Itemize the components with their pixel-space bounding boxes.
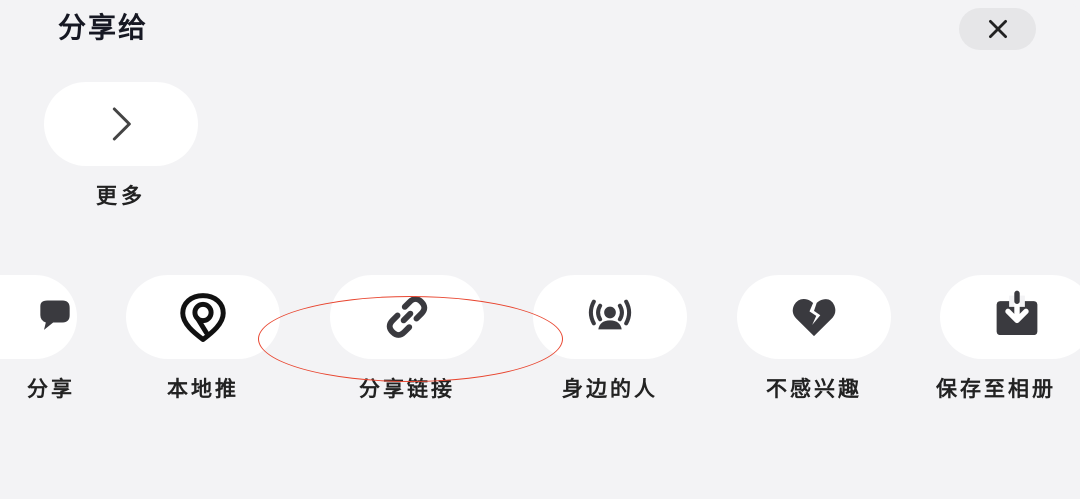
- share-option-nearby-people[interactable]: 身边的人: [533, 275, 687, 403]
- share-option-save-to-album[interactable]: 保存至相册: [936, 275, 1080, 403]
- local-push-button[interactable]: [126, 275, 280, 359]
- share-sheet: 分享给 更多 分享 本地推 分享链接 身边的人 不感兴趣 保存至相册: [0, 0, 1080, 499]
- sheet-title: 分享给: [58, 11, 149, 44]
- more-label: 更多: [96, 184, 146, 208]
- share-button[interactable]: [0, 275, 77, 359]
- share-link-button[interactable]: [330, 275, 484, 359]
- share-option-share-link[interactable]: 分享链接: [330, 275, 484, 403]
- share-option-not-interested[interactable]: 不感兴趣: [737, 275, 891, 403]
- not-interested-button[interactable]: [737, 275, 891, 359]
- not-interested-label: 不感兴趣: [766, 377, 862, 401]
- share-label: 分享: [27, 377, 75, 401]
- download-box-icon: [996, 290, 1038, 335]
- chat-bubble-icon: [40, 300, 70, 330]
- broken-heart-icon: [792, 298, 836, 337]
- save-to-album-label: 保存至相册: [936, 377, 1056, 401]
- nearby-people-label: 身边的人: [562, 377, 658, 401]
- close-button[interactable]: [959, 8, 1036, 50]
- location-pin-icon: [180, 293, 226, 342]
- link-icon: [386, 296, 428, 338]
- close-icon: [988, 20, 1007, 38]
- local-push-label: 本地推: [167, 377, 239, 401]
- share-options-row: 分享 本地推 分享链接 身边的人 不感兴趣 保存至相册: [0, 275, 1080, 415]
- nearby-people-button[interactable]: [533, 275, 687, 359]
- share-link-label: 分享链接: [359, 377, 455, 401]
- more-option[interactable]: 更多: [44, 82, 198, 210]
- save-to-album-button[interactable]: [940, 275, 1080, 359]
- more-button[interactable]: [44, 82, 198, 166]
- share-option-local-push[interactable]: 本地推: [126, 275, 280, 403]
- chevron-right-icon: [112, 107, 131, 141]
- broadcast-person-icon: [588, 299, 632, 330]
- share-option-share[interactable]: 分享: [0, 275, 77, 403]
